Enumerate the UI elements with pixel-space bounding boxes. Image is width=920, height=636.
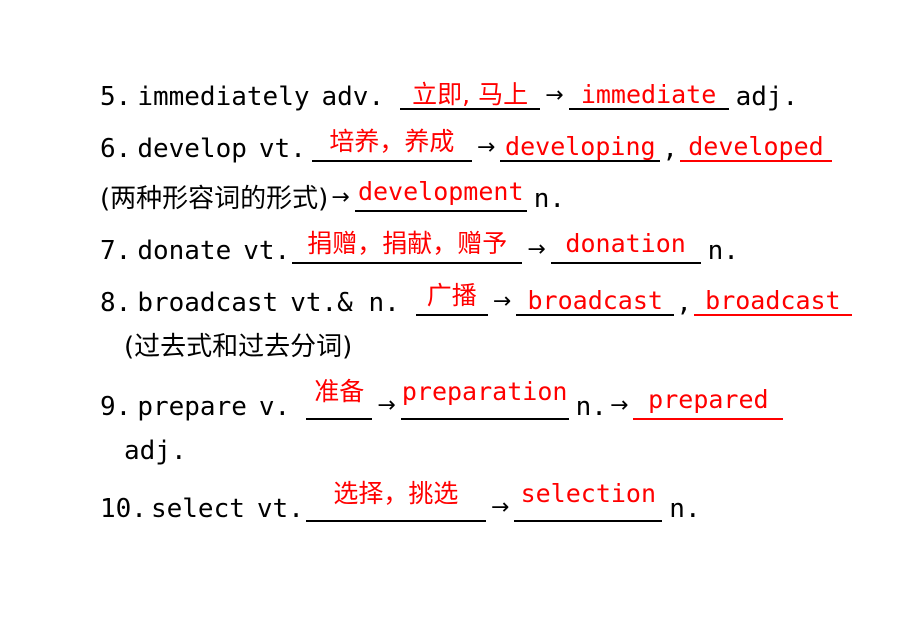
entry-6-derived-1-blank[interactable]: developing xyxy=(500,130,661,162)
entry-7-meaning-answer: 捐赠，捐献，赠予 xyxy=(307,229,508,258)
entry-7-word: donate xyxy=(137,236,232,266)
entry-6-derived-2-blank[interactable]: developed xyxy=(679,130,832,162)
entry-9-continuation-line: adj. xyxy=(124,438,187,464)
entry-7-derived-pos: n. xyxy=(707,236,739,266)
entry-5-derived-pos: adj. xyxy=(735,82,799,112)
vocab-entry-6: 6. develop vt. 培养，养成 → developing , deve… xyxy=(100,127,834,164)
entry-5-arrow-icon: → xyxy=(545,83,564,108)
entry-5-meaning-blank[interactable]: 立即, 马上 xyxy=(400,78,541,110)
entry-9-arrow-1-icon: → xyxy=(377,393,396,418)
entry-5-meaning-answer: 立即, 马上 xyxy=(412,80,529,109)
entry-6-pos: vt. xyxy=(258,134,306,164)
entry-6-comma: , xyxy=(662,134,678,164)
entry-8-note-line: (过去式和过去分词) xyxy=(124,334,352,360)
entry-8-derived-1-blank[interactable]: broadcast xyxy=(516,284,675,316)
entry-9-word: prepare xyxy=(137,392,247,422)
entry-9-derived-2-answer: prepared xyxy=(648,385,769,414)
entry-8-derived-2-answer: broadcast xyxy=(705,286,841,315)
entry-10-derived-answer: selection xyxy=(520,479,657,508)
entry-10-derived-blank[interactable]: selection xyxy=(514,481,663,522)
entry-9-number: 9. xyxy=(100,392,132,422)
entry-8-arrow-icon: → xyxy=(492,289,512,314)
entry-6-note-derived-blank[interactable]: development xyxy=(354,177,527,212)
entry-9-derived-2-blank[interactable]: prepared xyxy=(633,385,784,420)
entry-7-derived-blank[interactable]: donation xyxy=(550,229,701,264)
entry-7-meaning-blank[interactable]: 捐赠，捐献，赠予 xyxy=(292,229,523,264)
entry-10-number: 10. xyxy=(100,494,147,524)
entry-10-meaning-blank[interactable]: 选择，挑选 xyxy=(305,481,486,522)
entry-9-derived-1-pos: n. xyxy=(575,392,607,422)
entry-6-arrow-icon: → xyxy=(476,135,496,160)
entry-7-arrow-icon: → xyxy=(527,237,546,262)
entry-10-word: select xyxy=(150,494,245,524)
entry-6-note-arrow-icon: → xyxy=(331,185,350,210)
entry-6-note-text: (两种形容词的形式) xyxy=(100,184,329,214)
entry-8-meaning-answer: 广播 xyxy=(426,281,477,310)
entry-8-pos: vt.& n. xyxy=(290,288,400,318)
vocab-entry-7: 7. donate vt. 捐赠，捐献，赠予 → donation n. xyxy=(100,229,739,266)
entry-6-note-line: (两种形容词的形式) → development n. xyxy=(100,177,566,214)
entry-9-pos: v. xyxy=(258,392,291,422)
entry-8-meaning-blank[interactable]: 广播 xyxy=(415,281,488,316)
entry-10-meaning-answer: 选择，挑选 xyxy=(333,479,459,508)
entry-6-meaning-blank[interactable]: 培养，养成 xyxy=(311,127,472,162)
entry-5-pos: adv. xyxy=(321,82,385,112)
entry-7-pos: vt. xyxy=(243,236,291,266)
entry-6-note-derived-pos: n. xyxy=(533,184,566,214)
entry-8-note-text: (过去式和过去分词) xyxy=(124,332,353,362)
entry-9-meaning-answer: 准备 xyxy=(314,377,365,406)
entry-9-meaning-blank[interactable]: 准备 xyxy=(306,379,373,420)
entry-8-derived-1-answer: broadcast xyxy=(527,286,663,315)
vocab-entry-10: 10. select vt. 选择，挑选 → selection n. xyxy=(100,481,701,524)
entry-9-derived-1-answer: preparation xyxy=(401,377,568,406)
entry-8-number: 8. xyxy=(100,288,132,318)
entry-8-derived-2-blank[interactable]: broadcast xyxy=(693,284,852,316)
entry-6-meaning-answer: 培养，养成 xyxy=(329,127,455,156)
entry-7-derived-answer: donation xyxy=(565,229,686,258)
entry-6-number: 6. xyxy=(100,134,132,164)
entry-9-arrow-2-icon: → xyxy=(609,393,629,418)
vocab-entry-5: 5. immediately adv. 立即, 马上 → immediate a… xyxy=(100,78,798,110)
entry-5-derived-answer: immediate xyxy=(580,80,717,109)
entry-6-note-derived-answer: development xyxy=(357,177,524,206)
entry-6-word: develop xyxy=(137,134,247,164)
entry-8-word: broadcast xyxy=(137,288,279,318)
vocab-entry-9: 9. prepare v. 准备 → preparation n. → prep… xyxy=(100,379,785,422)
entry-5-number: 5. xyxy=(100,82,132,112)
entry-10-derived-pos: n. xyxy=(669,494,701,524)
entry-10-arrow-icon: → xyxy=(490,495,510,520)
entry-7-number: 7. xyxy=(100,236,132,266)
entry-10-pos: vt. xyxy=(256,494,304,524)
entry-8-comma: , xyxy=(676,288,692,318)
worksheet-page: 5. immediately adv. 立即, 马上 → immediate a… xyxy=(0,0,920,636)
entry-5-derived-blank[interactable]: immediate xyxy=(568,78,729,110)
entry-9-derived-2-pos: adj. xyxy=(124,436,187,466)
vocab-entry-8: 8. broadcast vt.& n. 广播 → broadcast , br… xyxy=(100,281,854,318)
entry-5-word: immediately xyxy=(137,82,310,112)
entry-6-derived-1-answer: developing xyxy=(505,132,656,161)
entry-9-derived-1-blank[interactable]: preparation xyxy=(400,379,569,420)
entry-6-derived-2-answer: developed xyxy=(688,132,824,161)
